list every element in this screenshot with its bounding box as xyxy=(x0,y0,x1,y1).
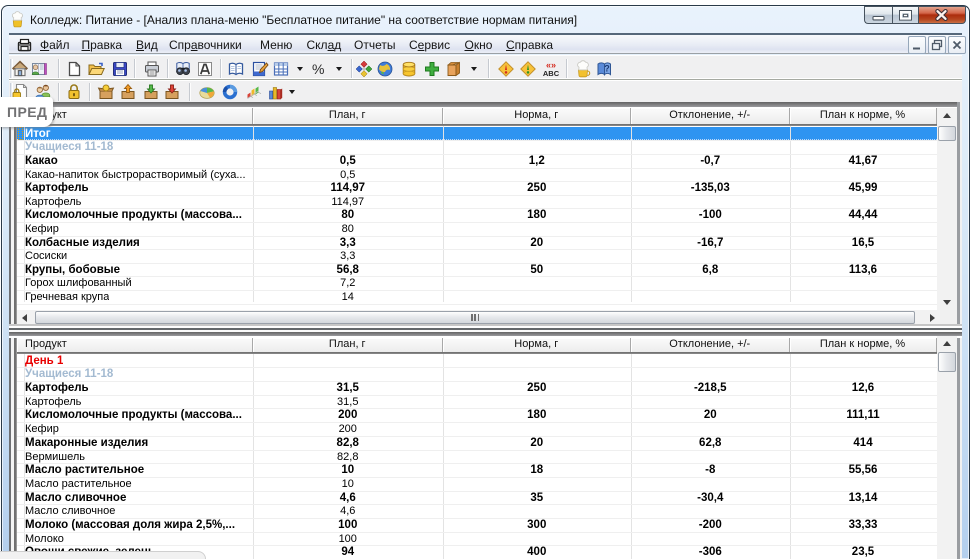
svg-text:?: ? xyxy=(604,64,610,74)
svg-text:ABC: ABC xyxy=(543,69,560,78)
